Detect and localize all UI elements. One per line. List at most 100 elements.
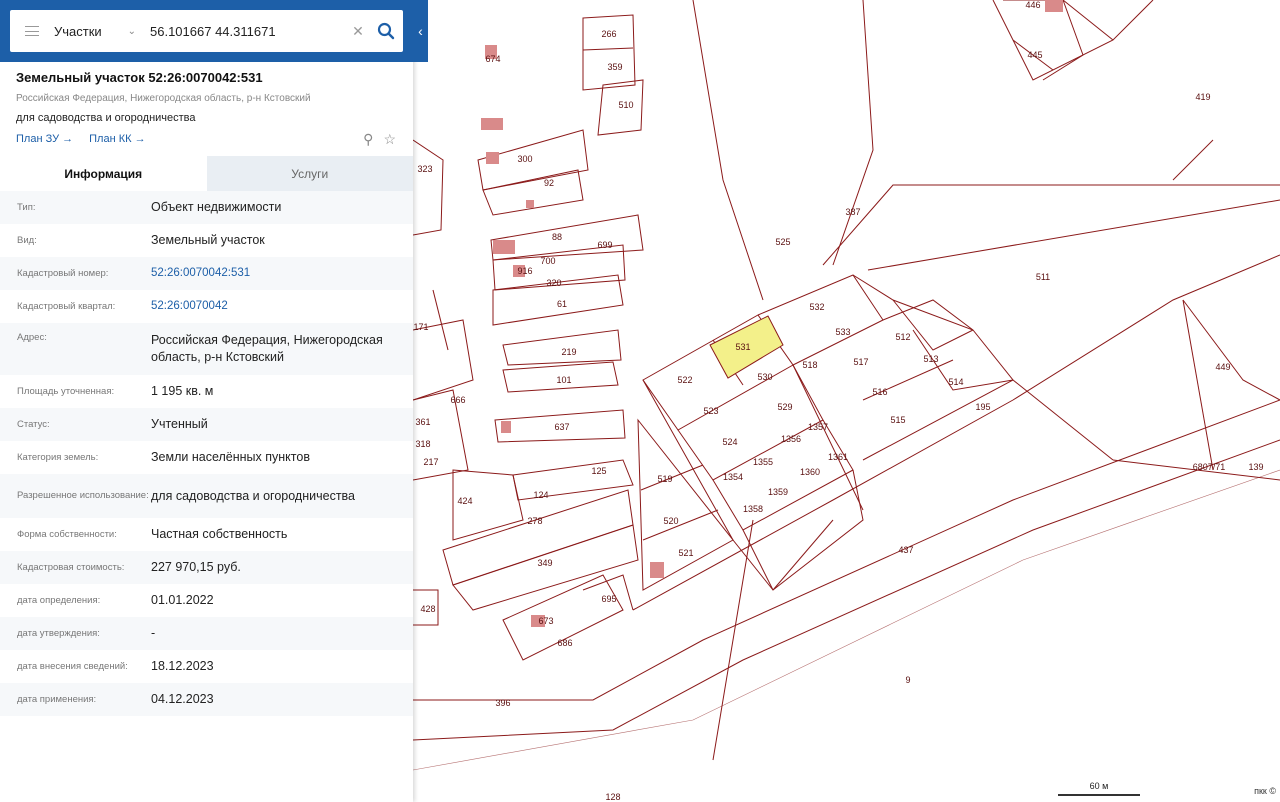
star-icon[interactable]: ☆ [383,131,396,148]
parcel-label-513[interactable]: 513 [923,354,938,364]
parcel-label-6807-71[interactable]: 6807/71 [1193,462,1226,472]
object-purpose: для садоводства и огородничества [16,112,196,124]
parcel-label-1361[interactable]: 1361 [828,452,848,462]
tab-services[interactable]: Услуги [206,156,413,191]
parcel-label-673[interactable]: 673 [538,616,553,626]
parcel-label-318[interactable]: 318 [415,439,430,449]
parcel-label-61[interactable]: 61 [557,299,567,309]
object-title: Земельный участок 52:26:0070042:531 [16,70,263,85]
parcel-label-533[interactable]: 533 [835,327,850,337]
parcel-label-359[interactable]: 359 [607,62,622,72]
parcel-label-424[interactable]: 424 [457,496,472,506]
parcel-label-512[interactable]: 512 [895,332,910,342]
parcel-label-9[interactable]: 9 [905,675,910,685]
parcel-label-686[interactable]: 686 [557,638,572,648]
parcel-label-1360[interactable]: 1360 [800,467,820,477]
parcel-label-519[interactable]: 519 [657,474,672,484]
parcel-label-515[interactable]: 515 [890,415,905,425]
object-type-select[interactable]: Участки ⌄ [54,24,144,39]
parcel-label-516[interactable]: 516 [872,387,887,397]
parcel-label-171[interactable]: 171 [413,322,428,332]
parcel-label-88[interactable]: 88 [552,232,562,242]
parcel-label-361[interactable]: 361 [415,417,430,427]
parcel-label-266[interactable]: 266 [601,29,616,39]
parcel-label-396[interactable]: 396 [495,698,510,708]
parcel-label-514[interactable]: 514 [948,377,963,387]
parcel-label-916[interactable]: 916 [517,266,532,276]
parcel-label-530[interactable]: 530 [757,372,772,382]
parcel-label-1354[interactable]: 1354 [723,472,743,482]
parcel-label-1359[interactable]: 1359 [768,487,788,497]
parcel-label-445[interactable]: 445 [1027,50,1042,60]
parcel-label-300[interactable]: 300 [517,154,532,164]
parcel-label-695[interactable]: 695 [601,594,616,604]
parcel-label-523[interactable]: 523 [703,406,718,416]
parcel-label-139[interactable]: 139 [1248,462,1263,472]
parcel-label-419[interactable]: 419 [1195,92,1210,102]
cad-number-link[interactable]: 52:26:0070042:531 [151,265,413,282]
parcel-label-437[interactable]: 437 [898,545,913,555]
info-row-cad-value: Кадастровая стоимость: 227 970,15 руб. [0,551,413,584]
parcel-label-101[interactable]: 101 [556,375,571,385]
parcel-label-195[interactable]: 195 [975,402,990,412]
info-panel: Участки ⌄ ✕ ‹ Земельный участок 52:26:00… [0,0,428,802]
info-row-area: Площадь уточненная: 1 195 кв. м [0,375,413,408]
info-value: - [151,626,156,640]
parcel-label-217[interactable]: 217 [423,457,438,467]
parcel-label-428[interactable]: 428 [420,604,435,614]
parcel-label-700[interactable]: 700 [540,256,555,266]
info-value: 18.12.2023 [151,659,214,673]
cadastral-map[interactable]: 531 530 522 523 524 529 1356 1357 1361 1355 1360 13… [413,0,1280,802]
parcel-label-525[interactable]: 525 [775,237,790,247]
parcel-label-518[interactable]: 518 [802,360,817,370]
info-key: дата применения: [17,693,97,705]
close-icon[interactable]: ✕ [347,23,369,40]
tab-information[interactable]: Информация [0,156,207,191]
parcel-label-219[interactable]: 219 [561,347,576,357]
map-scale: 60 м [1058,781,1140,796]
map-canvas[interactable]: 531 530 522 523 524 529 1356 1357 1361 1355 1360 13… [413,0,1280,802]
parcel-label-532[interactable]: 532 [809,302,824,312]
info-key: Вид: [17,234,37,246]
plan-zu-link[interactable]: План ЗУ → [16,133,73,145]
parcel-label-449[interactable]: 449 [1215,362,1230,372]
info-key: Тип: [17,201,36,213]
chevron-down-icon: ⌄ [127,25,136,37]
parcel-label-1355[interactable]: 1355 [753,457,773,467]
parcel-label-510[interactable]: 510 [618,100,633,110]
parcel-label-323[interactable]: 323 [417,164,432,174]
parcel-label-531[interactable]: 531 [735,342,750,352]
parcel-label-278[interactable]: 278 [527,516,542,526]
menu-icon[interactable] [10,10,54,52]
plan-kk-link[interactable]: План КК → [89,133,145,145]
parcel-label-637[interactable]: 637 [554,422,569,432]
parcel-label-699[interactable]: 699 [597,240,612,250]
parcel-label-128[interactable]: 128 [605,792,620,802]
info-row-kind: Вид: Земельный участок [0,224,413,257]
search-icon[interactable] [369,10,403,52]
parcel-label-125[interactable]: 125 [591,466,606,476]
cad-quarter-link[interactable]: 52:26:0070042 [151,298,413,315]
parcel-label-521[interactable]: 521 [678,548,693,558]
parcel-label-517[interactable]: 517 [853,357,868,367]
parcel-label-124[interactable]: 124 [533,490,548,500]
parcel-label-1357[interactable]: 1357 [808,422,828,432]
zoom-to-object-icon[interactable]: ⚲ [363,131,373,148]
parcel-label-666[interactable]: 666 [450,395,465,405]
parcel-label-387[interactable]: 387 [845,207,860,217]
parcel-label-1356[interactable]: 1356 [781,434,801,444]
search-input[interactable] [144,16,347,46]
collapse-panel-button[interactable]: ‹ [413,18,428,44]
parcel-label-522[interactable]: 522 [677,375,692,385]
info-key: Категория земель: [17,451,99,463]
parcel-label-524[interactable]: 524 [722,437,737,447]
parcel-label-520[interactable]: 520 [663,516,678,526]
parcel-label-511[interactable]: 511 [1036,272,1050,282]
parcel-label-529[interactable]: 529 [777,402,792,412]
parcel-label-446[interactable]: 446 [1025,0,1040,10]
parcel-label-1358[interactable]: 1358 [743,504,763,514]
parcel-label-349[interactable]: 349 [537,558,552,568]
parcel-label-674[interactable]: 674 [485,54,500,64]
parcel-label-320[interactable]: 320 [546,278,561,288]
parcel-label-92[interactable]: 92 [544,178,554,188]
